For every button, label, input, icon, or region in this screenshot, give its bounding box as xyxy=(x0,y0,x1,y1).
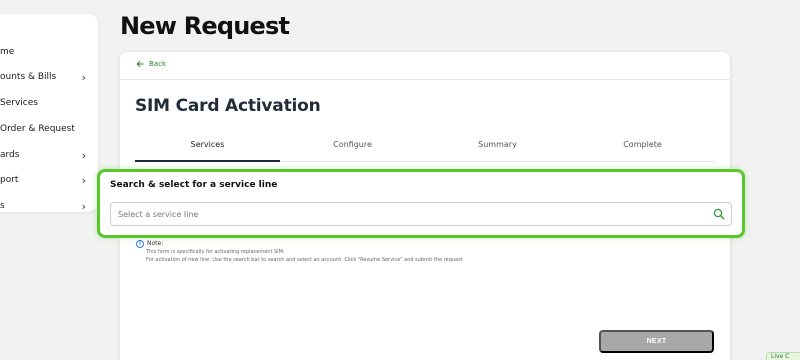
sidebar-item-order-request[interactable]: Order & Request xyxy=(0,119,86,139)
chevron-right-icon: › xyxy=(81,148,86,162)
tab-summary[interactable]: Summary xyxy=(425,138,570,161)
note-title: Note: xyxy=(147,240,164,247)
card-divider xyxy=(120,79,730,80)
back-label: Back xyxy=(149,60,166,68)
next-button[interactable]: NEXT xyxy=(599,330,714,353)
live-chat-chip[interactable]: Live C xyxy=(766,352,800,360)
chevron-right-icon: › xyxy=(81,70,86,84)
sidebar-item-label: s xyxy=(0,201,5,211)
chevron-right-icon: › xyxy=(81,173,86,187)
chevron-right-icon: › xyxy=(81,199,86,213)
sidebar-item-label: me xyxy=(0,47,15,57)
tab-services[interactable]: Services xyxy=(135,138,280,162)
sidebar-item-label: Services xyxy=(0,98,38,108)
sidebar-item-label: Order & Request xyxy=(0,124,75,134)
sidebar-item-support[interactable]: port › xyxy=(0,170,86,190)
back-link[interactable]: Back xyxy=(136,60,166,68)
sidebar-item-cards[interactable]: ards › xyxy=(0,145,86,165)
note-line: This form is specifically for activating… xyxy=(146,249,285,255)
step-tabs: Services Configure Summary Complete xyxy=(135,138,715,162)
page-title: New Request xyxy=(120,12,290,40)
sidebar-item-settings[interactable]: s › xyxy=(0,196,86,216)
tab-configure[interactable]: Configure xyxy=(280,138,425,161)
sidebar-item-label: port xyxy=(0,175,19,185)
sidebar: me ounts & Bills › Services Order & Requ… xyxy=(0,14,98,212)
card-title: SIM Card Activation xyxy=(135,96,321,116)
sidebar-item-label: ounts & Bills xyxy=(0,72,57,82)
sidebar-item-label: ards xyxy=(0,150,20,160)
service-line-search-panel: Search & select for a service line xyxy=(97,169,745,238)
tab-complete[interactable]: Complete xyxy=(570,138,715,161)
note-line: For activation of new line: Use the sear… xyxy=(146,257,463,263)
sidebar-item-services[interactable]: Services xyxy=(0,93,86,113)
info-icon: i xyxy=(136,240,144,248)
arrow-left-icon xyxy=(136,61,144,67)
sidebar-item-home[interactable]: me xyxy=(0,42,86,62)
search-field[interactable] xyxy=(110,202,732,226)
note-block: i Note: This form is specifically for ac… xyxy=(136,240,463,264)
search-label: Search & select for a service line xyxy=(110,180,278,190)
sidebar-item-accounts-bills[interactable]: ounts & Bills › xyxy=(0,67,86,87)
search-icon[interactable] xyxy=(713,208,725,220)
search-input[interactable] xyxy=(111,203,701,225)
